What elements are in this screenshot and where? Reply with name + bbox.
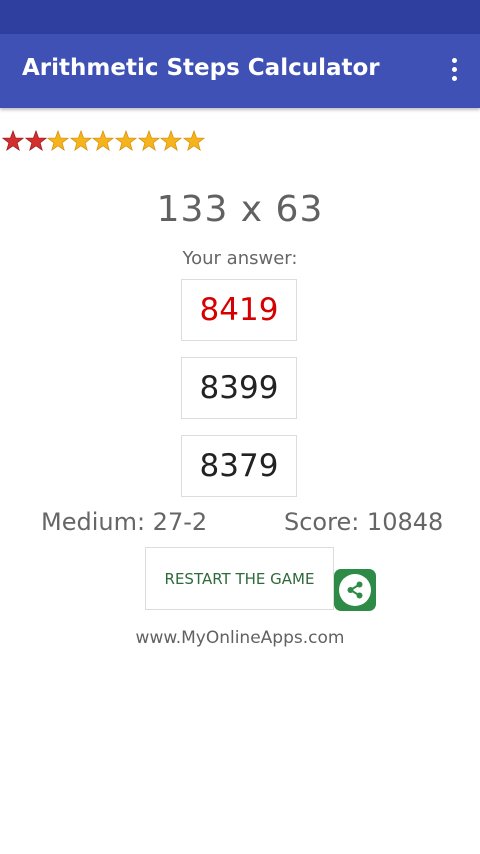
star-icon-gold	[137, 130, 160, 151]
share-button[interactable]	[334, 569, 376, 611]
star-icon-gold	[114, 130, 137, 151]
star-icon-red	[2, 130, 24, 151]
more-vert-icon[interactable]	[442, 56, 466, 86]
score-label: Score: 10848	[284, 508, 444, 536]
status-bar	[0, 0, 480, 34]
share-icon	[339, 574, 371, 606]
answer-option-2[interactable]: 8399	[181, 357, 297, 419]
star-icon-gold	[160, 130, 183, 151]
app-bar: Arithmetic Steps Calculator	[0, 34, 480, 108]
level-label: Medium: 27-2	[41, 508, 208, 536]
answer-prompt: Your answer:	[182, 248, 298, 269]
problem-text: 133 x 63	[156, 189, 324, 230]
star-icon-gold	[47, 130, 70, 151]
star-icon-gold	[182, 130, 205, 151]
star-icon-gold	[92, 130, 115, 151]
answer-option-1[interactable]: 8419	[181, 279, 297, 341]
star-icon-red	[24, 130, 47, 151]
restart-game-button[interactable]: RESTART THE GAME	[145, 547, 334, 610]
star-rating	[2, 130, 205, 156]
website-link[interactable]: www.MyOnlineApps.com	[0, 628, 480, 648]
answer-option-3[interactable]: 8379	[181, 435, 297, 497]
star-icon-gold	[69, 130, 92, 151]
app-title: Arithmetic Steps Calculator	[22, 55, 380, 81]
